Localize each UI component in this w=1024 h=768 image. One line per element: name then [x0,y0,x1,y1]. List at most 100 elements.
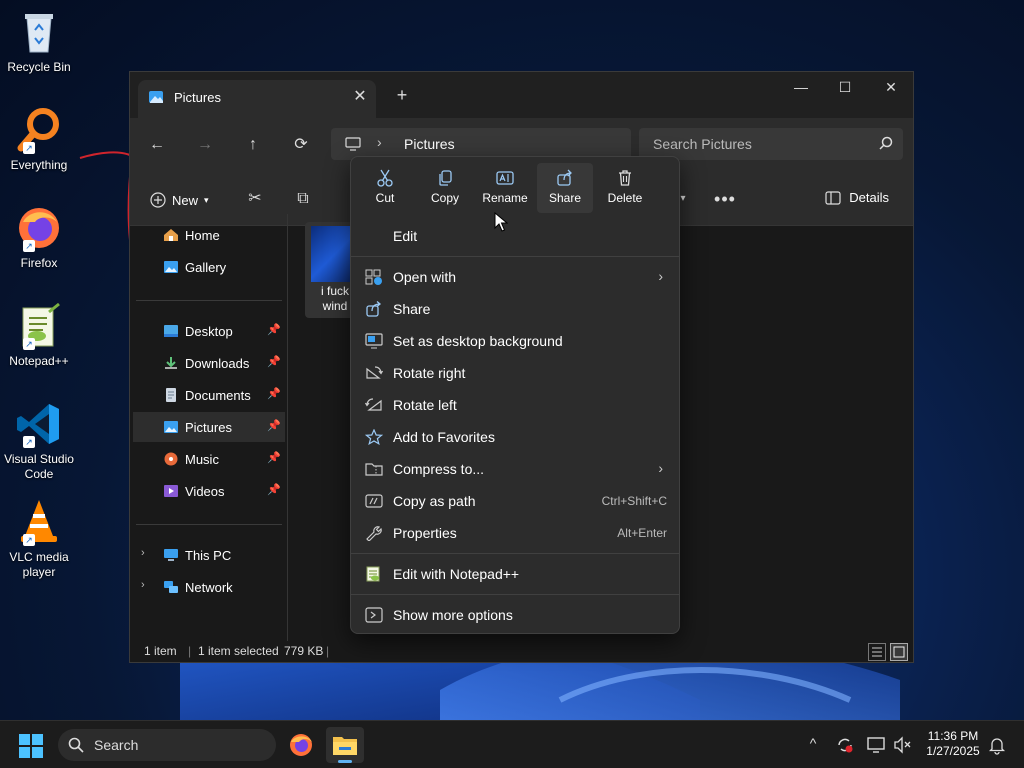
delete-action[interactable]: Delete [597,163,653,213]
volume-muted-icon[interactable] [892,735,912,755]
refresh-button[interactable]: ⟳ [289,133,313,157]
menu-item-compress-to[interactable]: Compress to... › [355,454,677,484]
cut-action[interactable]: Cut [357,163,413,213]
desktop-icon-label: Notepad++ [9,354,69,368]
mouse-cursor-icon [494,212,508,232]
pin-icon[interactable]: 📌 [267,355,281,368]
menu-item-edit-with-notepadpp[interactable]: Edit with Notepad++ [355,559,677,589]
sidebar-divider [136,300,282,301]
minimize-button[interactable]: — [778,72,824,102]
copy-path-icon [365,494,383,508]
desktop-icon-label: VLC media player [9,550,69,579]
system-clock[interactable]: 11:36 PM 1/27/2025 [920,729,986,759]
sidebar-item-this-pc[interactable]: › This PC [133,540,285,570]
rename-action[interactable]: Rename [477,163,533,213]
notification-bell-icon[interactable] [987,735,1007,755]
quick-action-label: Copy [430,191,459,205]
up-button[interactable]: ↑ [241,133,265,157]
cut-icon[interactable]: ✂ [244,188,266,210]
show-hidden-icons-chevron-icon[interactable]: ^ [803,735,823,755]
close-tab-button[interactable]: ✕ [350,87,370,107]
desktop-icon-vlc[interactable]: ↗ VLC media player [4,498,74,580]
sidebar-item-music[interactable]: Music 📌 [133,444,285,474]
sidebar-item-label: Documents [185,388,251,403]
taskbar-file-explorer[interactable] [326,727,364,763]
desktop-icon-label: Visual Studio Code [4,452,74,481]
monitor-icon [345,137,361,151]
sidebar-item-label: Desktop [185,324,233,339]
menu-item-copy-as-path[interactable]: Copy as path Ctrl+Shift+C [355,486,677,516]
sync-icon[interactable] [835,735,855,755]
new-tab-button[interactable]: + [392,85,412,105]
forward-button[interactable]: → [193,133,217,157]
quick-action-label: Share [548,191,582,205]
firefox-icon [290,734,312,756]
rotate-right-icon [366,366,383,379]
tab-pictures[interactable]: Pictures ✕ [138,80,376,118]
tiles-view-button[interactable] [890,643,908,661]
copy-action[interactable]: Copy [417,163,473,213]
menu-item-add-to-favorites[interactable]: Add to Favorites [355,422,677,452]
taskbar-search[interactable]: Search [58,729,276,761]
expand-chevron-icon[interactable]: › [141,547,145,559]
shortcut-arrow-icon: ↗ [23,142,35,154]
desktop-icon-firefox[interactable]: ↗ Firefox [4,204,74,271]
pin-icon[interactable]: 📌 [267,451,281,464]
menu-item-properties[interactable]: Properties Alt+Enter [355,518,677,548]
search-box[interactable] [639,128,903,160]
menu-item-label: Share [393,301,431,317]
sidebar-item-videos[interactable]: Videos 📌 [133,476,285,506]
windows-start-icon[interactable] [18,733,44,759]
file-name-line: wind [322,299,348,313]
menu-item-rotate-left[interactable]: Rotate left [355,390,677,420]
desktop-icon-recycle-bin[interactable]: Recycle Bin [4,8,74,75]
sidebar-item-label: Music [185,452,219,467]
shortcut-arrow-icon: ↗ [23,534,35,546]
menu-item-set-desktop-background[interactable]: Set as desktop background [355,326,677,356]
sidebar-item-downloads[interactable]: Downloads 📌 [133,348,285,378]
sidebar-item-network[interactable]: › Network [133,572,285,602]
menu-item-share[interactable]: Share [355,294,677,324]
pin-icon[interactable]: 📌 [267,483,281,496]
menu-item-rotate-right[interactable]: Rotate right [355,358,677,388]
selection-count: 1 item selected [198,644,279,658]
details-view-button[interactable] [868,643,886,661]
details-button[interactable]: Details [825,190,889,205]
copy-icon[interactable]: ⧉ [292,188,314,210]
desktop-icon-everything[interactable]: ↗ Everything [4,106,74,173]
firefox-icon: ↗ [15,204,63,252]
zip-folder-icon [365,463,383,476]
pin-icon[interactable]: 📌 [267,419,281,432]
chevron-right-icon: › [658,460,663,476]
sidebar-item-documents[interactable]: Documents 📌 [133,380,285,410]
more-options-icon[interactable]: ••• [714,188,736,210]
pin-icon[interactable]: 📌 [267,323,281,336]
maximize-button[interactable]: ☐ [822,72,868,102]
new-button[interactable]: New ▾ [150,188,209,212]
sidebar-item-label: This PC [185,548,232,563]
desktop-icon-vscode[interactable]: ↗ Visual Studio Code [4,400,74,482]
sidebar-item-home[interactable]: Home [133,220,285,250]
display-icon[interactable] [866,735,886,755]
pictures-icon [149,91,163,103]
expand-chevron-icon[interactable]: › [141,579,145,591]
menu-item-edit[interactable]: Edit [355,221,677,251]
menu-item-open-with[interactable]: Open with › [355,262,677,292]
status-divider: | [326,644,330,658]
recycle-bin-icon [15,8,63,56]
sidebar-item-pictures[interactable]: Pictures 📌 [133,412,285,442]
share-action[interactable]: Share [537,163,593,213]
file-name-line: i fuck [320,284,349,298]
menu-item-show-more-options[interactable]: Show more options [355,600,677,630]
breadcrumb-pictures[interactable]: Pictures [404,136,455,152]
sidebar-item-gallery[interactable]: Gallery [133,252,285,282]
back-button[interactable]: ← [145,133,169,157]
desktop-icon-label: Recycle Bin [7,60,71,74]
taskbar-firefox[interactable] [282,727,320,763]
desktop-icon-notepadpp[interactable]: ↗ Notepad++ [4,302,74,369]
new-button-label: New [172,192,199,208]
sidebar-item-desktop[interactable]: Desktop 📌 [133,316,285,346]
search-input[interactable] [653,134,863,154]
pin-icon[interactable]: 📌 [267,387,281,400]
close-window-button[interactable]: ✕ [868,72,914,102]
